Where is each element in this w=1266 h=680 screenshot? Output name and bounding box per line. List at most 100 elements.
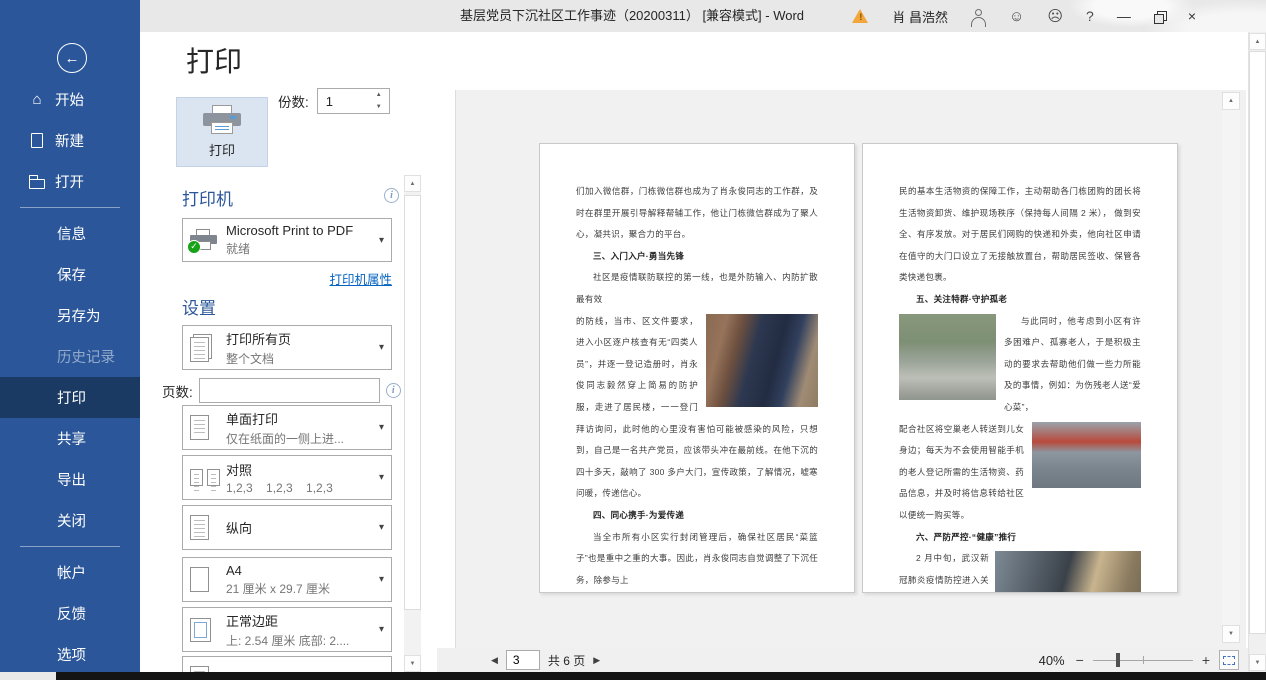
previous-page-button[interactable]: ◀ (491, 655, 498, 666)
scrollbar-thumb[interactable] (1249, 51, 1266, 634)
warning-icon[interactable]: ! (852, 9, 869, 24)
printer-properties-link[interactable]: 打印机属性 (182, 269, 392, 288)
copies-row: 份数: ▲ ▼ (278, 88, 390, 114)
printer-ready-check-icon: ✓ (187, 240, 201, 254)
frown-feedback-icon[interactable]: ☹ (1047, 9, 1063, 24)
smiley-feedback-icon[interactable]: ☺ (1009, 9, 1024, 24)
taskbar-strip (0, 672, 1266, 680)
sidebar-item-share[interactable]: 共享 (0, 418, 140, 459)
user-name[interactable]: 肖 昌浩然 (892, 7, 948, 26)
pages-label: 页数: (162, 381, 193, 401)
sidebar-item-new[interactable]: 新建 (0, 120, 140, 161)
sidebar-item-history: 历史记录 (0, 336, 140, 377)
titlebar-controls: ! 肖 昌浩然 ☺ ☹ ? — × (852, 0, 1196, 32)
settings-scrollbar[interactable]: ▲ ▼ (404, 175, 421, 672)
zoom-slider-handle[interactable] (1116, 653, 1120, 667)
total-pages-label: 共 6 页 (548, 652, 585, 669)
paper-size-icon (190, 567, 226, 592)
account-person-icon[interactable] (971, 9, 986, 24)
portrait-icon (190, 515, 226, 540)
home-icon: ⌂ (27, 91, 47, 108)
page-navigation: ◀ 共 6 页 ▶ (491, 648, 600, 672)
chevron-down-icon: ▾ (379, 422, 384, 433)
printer-icon (203, 105, 241, 135)
printer-info-icon[interactable]: i (384, 188, 399, 203)
window-title: 基层党员下沉社区工作事迹（20200311） [兼容模式] - Word (362, 0, 902, 32)
sidebar-item-home[interactable]: ⌂开始 (0, 79, 140, 120)
zoom-slider[interactable] (1093, 653, 1193, 667)
settings-section-heading: 设置 (182, 294, 216, 319)
zoom-out-button[interactable]: − (1076, 652, 1084, 668)
scroll-up-arrow[interactable]: ▲ (1222, 92, 1240, 110)
street-cars-photo (1032, 422, 1141, 488)
new-document-icon (27, 133, 47, 148)
print-backstage-content: 打印 打印 份数: ▲ ▼ 打印机 i ✓ Microsoft Print to… (140, 32, 1266, 680)
sidebar-divider (20, 546, 120, 547)
printer-section-heading: 打印机 (182, 185, 233, 210)
help-icon[interactable]: ? (1086, 9, 1094, 23)
minimize-button[interactable]: — (1117, 9, 1131, 23)
copies-stepper: ▲ ▼ (317, 88, 390, 114)
sidebar-item-print[interactable]: 打印 (0, 377, 140, 418)
backstage-scrollbar[interactable]: ▲ ▼ (1248, 32, 1266, 672)
scroll-up-arrow[interactable]: ▲ (404, 175, 421, 192)
copies-increment-button[interactable]: ▲ (376, 92, 382, 98)
duplex-select[interactable]: 单面打印 仅在纸面的一侧上进... ▾ (182, 405, 392, 450)
checkpoint-photo (995, 551, 1141, 593)
sidebar-item-options[interactable]: 选项 (0, 634, 140, 675)
printer-name: Microsoft Print to PDF (226, 223, 376, 238)
chevron-down-icon: ▾ (379, 472, 384, 483)
scroll-down-arrow[interactable]: ▼ (404, 655, 421, 672)
zoom-in-button[interactable]: + (1202, 652, 1210, 668)
pages-info-icon[interactable]: i (386, 383, 401, 398)
zoom-to-page-icon (1223, 656, 1235, 665)
collate-select[interactable]: 对照 1,2,3 1,2,3 1,2,3 ▾ (182, 455, 392, 500)
close-button[interactable]: × (1188, 9, 1196, 23)
zoom-controls: 40% − + (1039, 648, 1239, 672)
back-button[interactable]: ← (57, 43, 87, 73)
restore-button[interactable] (1154, 11, 1165, 22)
sidebar-item-open[interactable]: 打开 (0, 161, 140, 202)
margins-select[interactable]: 正常边距 上: 2.54 厘米 底部: 2.... ▾ (182, 607, 392, 652)
zoom-level: 40% (1039, 653, 1065, 668)
scrollbar-thumb[interactable] (404, 195, 421, 610)
printer-status: 就绪 (226, 240, 376, 257)
print-range-select[interactable]: 打印所有页 整个文档 ▾ (182, 325, 392, 370)
preview-page-right: 民的基本生活物资的保障工作，主动帮助各门栋团购的团长将生活物资卸货、维护现场秩序… (862, 143, 1178, 593)
copies-decrement-button[interactable]: ▼ (376, 104, 382, 110)
zoom-to-page-button[interactable] (1219, 650, 1239, 670)
sidebar-item-feedback[interactable]: 反馈 (0, 593, 140, 634)
door-visit-photo (706, 314, 818, 407)
backstage-sidebar: ← ⌂开始 新建 打开 信息 保存 另存为 历史记录 打印 共享 导出 关闭 帐… (0, 0, 140, 680)
page-title: 打印 (186, 40, 242, 80)
sidebar-divider (20, 207, 120, 208)
chevron-down-icon: ▾ (379, 342, 384, 353)
titlebar: 基层党员下沉社区工作事迹（20200311） [兼容模式] - Word ! 肖… (140, 0, 1266, 32)
current-page-input[interactable] (506, 650, 540, 670)
printer-device-icon: ✓ (190, 229, 226, 251)
margins-icon (190, 618, 226, 642)
sidebar-item-save[interactable]: 保存 (0, 254, 140, 295)
collated-icon (190, 469, 226, 486)
one-sided-icon (190, 415, 226, 440)
copies-label: 份数: (278, 91, 309, 111)
sidebar-item-save-as[interactable]: 另存为 (0, 295, 140, 336)
pages-input[interactable] (199, 378, 380, 403)
paper-size-select[interactable]: A4 21 厘米 x 29.7 厘米 ▾ (182, 557, 392, 602)
printer-select[interactable]: ✓ Microsoft Print to PDF 就绪 ▾ (182, 218, 392, 262)
preview-status-bar: ◀ 共 6 页 ▶ 40% − + (437, 648, 1266, 672)
print-button[interactable]: 打印 (176, 97, 268, 167)
chevron-down-icon: ▾ (379, 624, 384, 635)
scroll-down-arrow[interactable]: ▼ (1222, 625, 1240, 643)
preview-page-left: 们加入微信群，门栋微信群也成为了肖永俊同志的工作群，及时在群里开展引导解释帮辅工… (539, 143, 855, 593)
sidebar-item-account[interactable]: 帐户 (0, 552, 140, 593)
sidebar-item-info[interactable]: 信息 (0, 213, 140, 254)
orientation-select[interactable]: 纵向 ▾ (182, 505, 392, 550)
sidebar-item-export[interactable]: 导出 (0, 459, 140, 500)
scroll-up-arrow[interactable]: ▲ (1249, 33, 1266, 50)
preview-scrollbar[interactable]: ▲ ▼ (1222, 92, 1240, 643)
sidebar-item-close[interactable]: 关闭 (0, 500, 140, 541)
next-page-button[interactable]: ▶ (593, 655, 600, 666)
scroll-down-arrow[interactable]: ▼ (1249, 654, 1266, 671)
copies-input[interactable] (318, 89, 368, 113)
